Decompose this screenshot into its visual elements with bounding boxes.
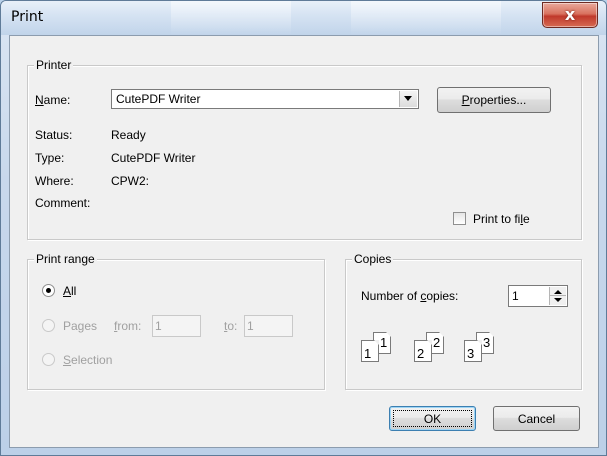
number-of-copies-spinner[interactable]: 1 (508, 285, 568, 307)
selection-label: Selection (63, 353, 113, 367)
selection-radio[interactable] (42, 353, 55, 366)
where-value: CPW2: (111, 174, 150, 188)
pages-label: Pages (63, 319, 98, 333)
printer-name-dropdown[interactable]: CutePDF Writer (111, 89, 419, 109)
number-of-copies-value: 1 (512, 289, 519, 303)
comment-label: Comment: (35, 196, 91, 210)
cancel-button[interactable]: Cancel (493, 406, 580, 431)
spin-down-icon[interactable] (554, 298, 562, 302)
printer-group: Printer Name: CutePDF Writer Properties.… (27, 58, 582, 240)
copies-group: Copies Number of copies: 1 1 1 2 2 3 3 (345, 252, 582, 390)
spin-up-icon[interactable] (554, 290, 562, 294)
print-to-file-label[interactable]: Print to file (473, 212, 530, 226)
properties-button[interactable]: Properties... (437, 87, 551, 113)
copies-legend: Copies (352, 252, 394, 266)
printer-group-legend: Printer (34, 58, 74, 72)
to-label: to: (224, 319, 238, 333)
collate-page-icon: 2 (414, 340, 432, 362)
status-label: Status: (35, 128, 73, 142)
where-label: Where: (35, 174, 74, 188)
status-value: Ready (111, 128, 146, 142)
title-bar-glass (351, 1, 501, 35)
collate-page-icon: 3 (464, 340, 482, 362)
number-of-copies-label: Number of copies: (361, 289, 459, 303)
ok-button[interactable]: OK (389, 406, 476, 431)
close-icon: x (564, 5, 576, 24)
print-to-file-checkbox[interactable] (453, 212, 466, 225)
type-label: Type: (35, 151, 65, 165)
printer-name-label: Name: (35, 93, 71, 107)
from-input[interactable]: 1 (152, 315, 201, 337)
type-value: CutePDF Writer (111, 151, 196, 165)
title-bar-glass (171, 1, 291, 35)
dialog-client-area: Printer Name: CutePDF Writer Properties.… (9, 35, 599, 448)
print-dialog-window: Print x Printer Name: CutePDF Writer Pro… (0, 0, 607, 456)
from-label: from: (114, 319, 142, 333)
to-input[interactable]: 1 (244, 315, 293, 337)
all-radio[interactable] (42, 284, 55, 297)
collate-page-icon: 1 (361, 340, 379, 362)
window-title: Print (11, 9, 44, 25)
pages-radio[interactable] (42, 319, 55, 332)
print-range-legend: Print range (34, 252, 97, 266)
printer-name-value: CutePDF Writer (116, 92, 201, 106)
print-range-group: Print range All Pages from: 1 to: 1 Sele… (27, 252, 325, 390)
title-bar[interactable]: Print x (1, 1, 606, 35)
spinner-buttons[interactable] (549, 287, 566, 305)
dropdown-arrow-icon[interactable] (399, 91, 417, 107)
all-label[interactable]: All (63, 284, 76, 298)
close-button[interactable]: x (542, 2, 598, 28)
